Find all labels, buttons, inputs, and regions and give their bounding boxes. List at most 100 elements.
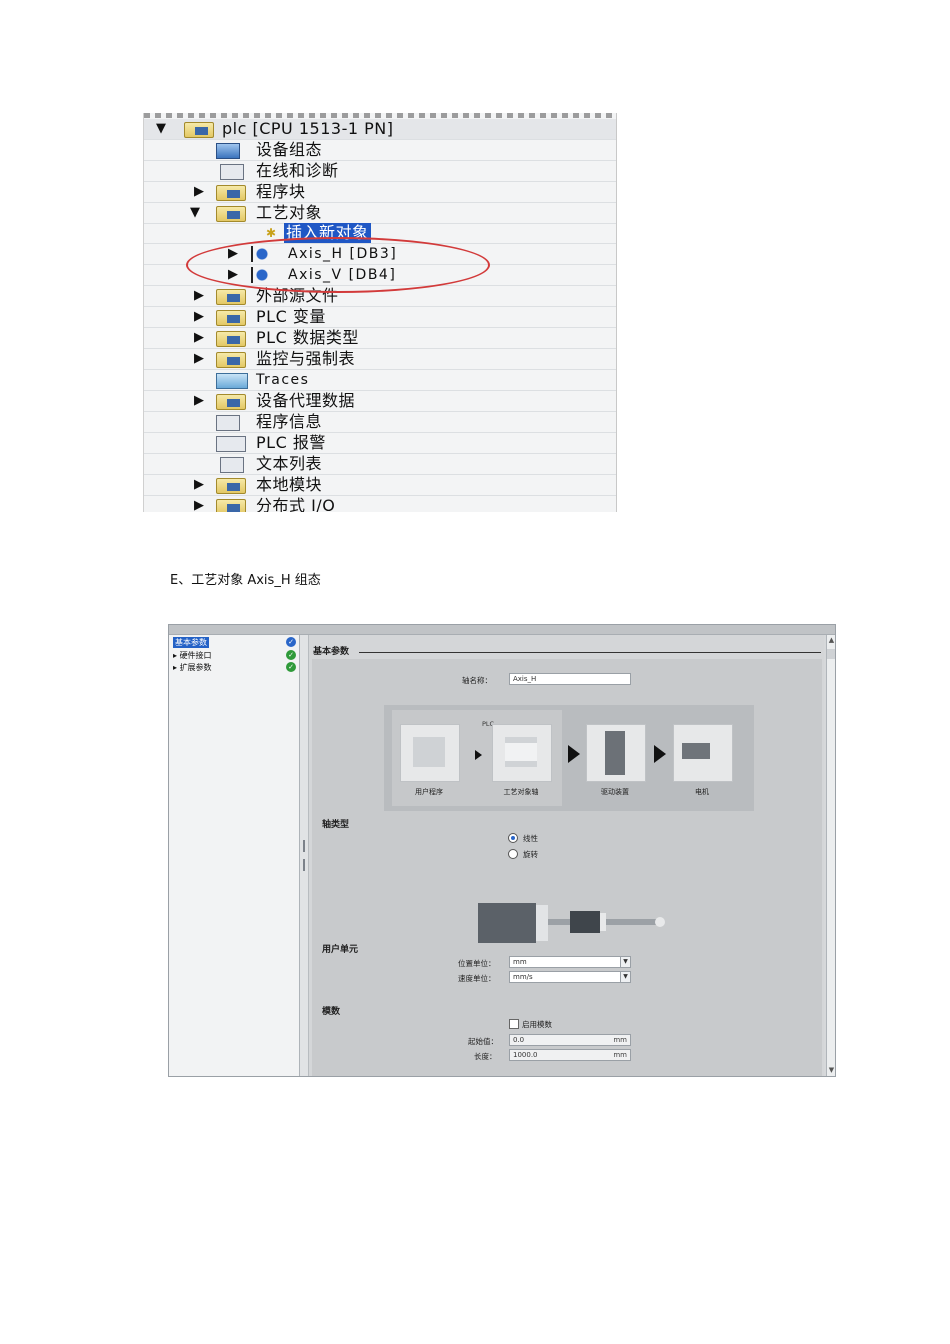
- flow-arrow-icon: [475, 750, 482, 760]
- folder-icon: [216, 289, 246, 305]
- expand-right-arrow-icon[interactable]: ▶: [228, 246, 238, 262]
- folder-icon: [216, 499, 246, 512]
- position-unit-select[interactable]: mm ▼: [509, 956, 631, 968]
- panel-splitter[interactable]: [300, 635, 309, 1076]
- modulo-length-value: 1000.0: [513, 1051, 538, 1059]
- nav-extended-params[interactable]: ▸ 扩展参数: [173, 662, 212, 673]
- expand-right-arrow-icon[interactable]: ▶: [228, 267, 238, 283]
- folder-icon: [216, 185, 246, 201]
- splitter-grip[interactable]: [303, 859, 305, 871]
- nav-label: 扩展参数: [179, 663, 212, 672]
- traces-wave-icon: [216, 373, 248, 389]
- expand-down-arrow-icon[interactable]: ▼: [190, 205, 200, 221]
- expand-down-arrow-icon[interactable]: ▼: [156, 121, 166, 137]
- rotary-radio[interactable]: [508, 849, 518, 859]
- user-program-caption: 用户程序: [415, 788, 443, 796]
- section-divider: [359, 652, 821, 653]
- project-tree: ▼ plc [CPU 1513-1 PN] 设备组态 在线和诊断 ▶ 程序块 ▼…: [143, 113, 617, 512]
- folder-icon: [216, 331, 246, 347]
- tree-item-external-sources[interactable]: ▶ 外部源文件: [144, 286, 616, 307]
- tree-item-online-diagnostics[interactable]: 在线和诊断: [144, 161, 616, 182]
- drive-tile: [586, 724, 646, 782]
- scroll-up-icon[interactable]: ▲: [827, 635, 835, 645]
- modulo-start-unit: mm: [613, 1036, 627, 1044]
- tree-item-label: 本地模块: [256, 475, 323, 494]
- user-program-tile: [400, 724, 460, 782]
- tree-item-label: Traces: [256, 372, 310, 388]
- tree-item-watch-force-tables[interactable]: ▶ 监控与强制表: [144, 349, 616, 370]
- rotary-label: 旋转: [523, 850, 538, 859]
- axis-icon: [248, 246, 276, 262]
- linear-radio[interactable]: [508, 833, 518, 843]
- tree-item-plc[interactable]: ▼ plc [CPU 1513-1 PN]: [144, 119, 616, 140]
- expand-right-arrow-icon[interactable]: ▶: [194, 393, 204, 409]
- tree-item-label: 在线和诊断: [256, 161, 339, 180]
- expand-right-arrow-icon[interactable]: ▶: [194, 309, 204, 325]
- motor-icon: [682, 743, 710, 759]
- axis-config-window: 基本参数 ✓ ▸ 硬件接口 ✓ ▸ 扩展参数 ✓ 基本参数 轴名称： Axis_…: [168, 624, 836, 1077]
- tree-item-axis-v[interactable]: ▶ Axis_V [DB4]: [144, 265, 616, 286]
- tree-item-label: 监控与强制表: [256, 349, 356, 368]
- online-diagnostics-icon: [220, 164, 244, 180]
- basic-params-title: 基本参数: [313, 647, 350, 657]
- expand-right-arrow-icon[interactable]: ▶: [194, 477, 204, 493]
- expand-right-arrow-icon[interactable]: ▶: [194, 351, 204, 367]
- axis-name-input[interactable]: Axis_H: [509, 673, 631, 685]
- vertical-scrollbar[interactable]: ▲ ▼: [826, 635, 835, 1076]
- nav-basic-params[interactable]: 基本参数: [173, 637, 209, 648]
- modulo-length-input[interactable]: 1000.0 mm: [509, 1049, 631, 1061]
- tree-item-device-proxy-data[interactable]: ▶ 设备代理数据: [144, 391, 616, 412]
- tree-item-plc-data-types[interactable]: ▶ PLC 数据类型: [144, 328, 616, 349]
- tree-item-local-modules[interactable]: ▶ 本地模块: [144, 475, 616, 496]
- expand-right-arrow-icon[interactable]: ▶: [194, 330, 204, 346]
- nav-hardware-interface[interactable]: ▸ 硬件接口: [173, 650, 212, 661]
- modulo-start-input[interactable]: 0.0 mm: [509, 1034, 631, 1046]
- tree-item-plc-tags[interactable]: ▶ PLC 变量: [144, 307, 616, 328]
- drive-icon: [605, 731, 625, 775]
- folder-icon: [216, 310, 246, 326]
- window-top-strip: [169, 625, 835, 635]
- expand-right-arrow-icon[interactable]: ▶: [194, 498, 204, 512]
- tree-item-device-config[interactable]: 设备组态: [144, 140, 616, 161]
- modulo-start-value: 0.0: [513, 1036, 525, 1044]
- enable-modulo-checkbox[interactable]: [509, 1019, 519, 1029]
- tree-item-program-blocks[interactable]: ▶ 程序块: [144, 182, 616, 203]
- expand-right-arrow-icon[interactable]: ▶: [194, 288, 204, 304]
- tree-item-axis-h[interactable]: ▶ Axis_H [DB3]: [144, 244, 616, 265]
- flow-arrow-icon: [568, 745, 580, 763]
- device-config-icon: [216, 143, 240, 159]
- axis-name-label: 轴名称：: [462, 676, 492, 685]
- tree-item-label: PLC 报警: [256, 433, 326, 452]
- tech-object-tile: [492, 724, 552, 782]
- velocity-unit-select[interactable]: mm/s ▼: [509, 971, 631, 983]
- scroll-down-icon[interactable]: ▼: [827, 1065, 835, 1075]
- axis-icon: [248, 267, 276, 283]
- program-info-icon: [216, 415, 240, 431]
- chevron-down-icon[interactable]: ▼: [620, 972, 630, 982]
- velocity-unit-value: mm/s: [513, 973, 533, 981]
- tree-item-label: 插入新对象: [284, 223, 371, 243]
- splitter-grip[interactable]: [303, 840, 305, 852]
- tree-item-plc-alarms[interactable]: PLC 报警: [144, 433, 616, 454]
- scroll-thumb[interactable]: [827, 649, 835, 659]
- tree-item-label: Axis_H [DB3]: [288, 246, 398, 262]
- velocity-unit-label: 速度单位：: [458, 974, 496, 983]
- tree-item-technology-objects[interactable]: ▼ 工艺对象: [144, 203, 616, 224]
- tree-item-label: plc [CPU 1513-1 PN]: [222, 119, 394, 138]
- tree-item-text-lists[interactable]: 文本列表: [144, 454, 616, 475]
- tree-item-traces[interactable]: Traces: [144, 370, 616, 391]
- folder-icon: [216, 478, 246, 494]
- linear-axis-illustration: [478, 903, 665, 943]
- tree-item-distributed-io[interactable]: ▶ 分布式 I/O: [144, 496, 616, 512]
- tree-item-label: 程序信息: [256, 412, 323, 431]
- tree-item-program-info[interactable]: 程序信息: [144, 412, 616, 433]
- expand-right-arrow-icon[interactable]: ▶: [194, 184, 204, 200]
- tree-item-label: PLC 数据类型: [256, 328, 359, 347]
- config-nav: 基本参数 ✓ ▸ 硬件接口 ✓ ▸ 扩展参数 ✓: [169, 635, 300, 1076]
- user-units-title: 用户单元: [322, 945, 359, 955]
- tree-item-label: 设备组态: [256, 140, 323, 159]
- motor-tile: [673, 724, 733, 782]
- chevron-down-icon[interactable]: ▼: [620, 957, 630, 967]
- folder-icon: [216, 394, 246, 410]
- tree-item-insert-new-object[interactable]: ✱ 插入新对象: [144, 223, 616, 244]
